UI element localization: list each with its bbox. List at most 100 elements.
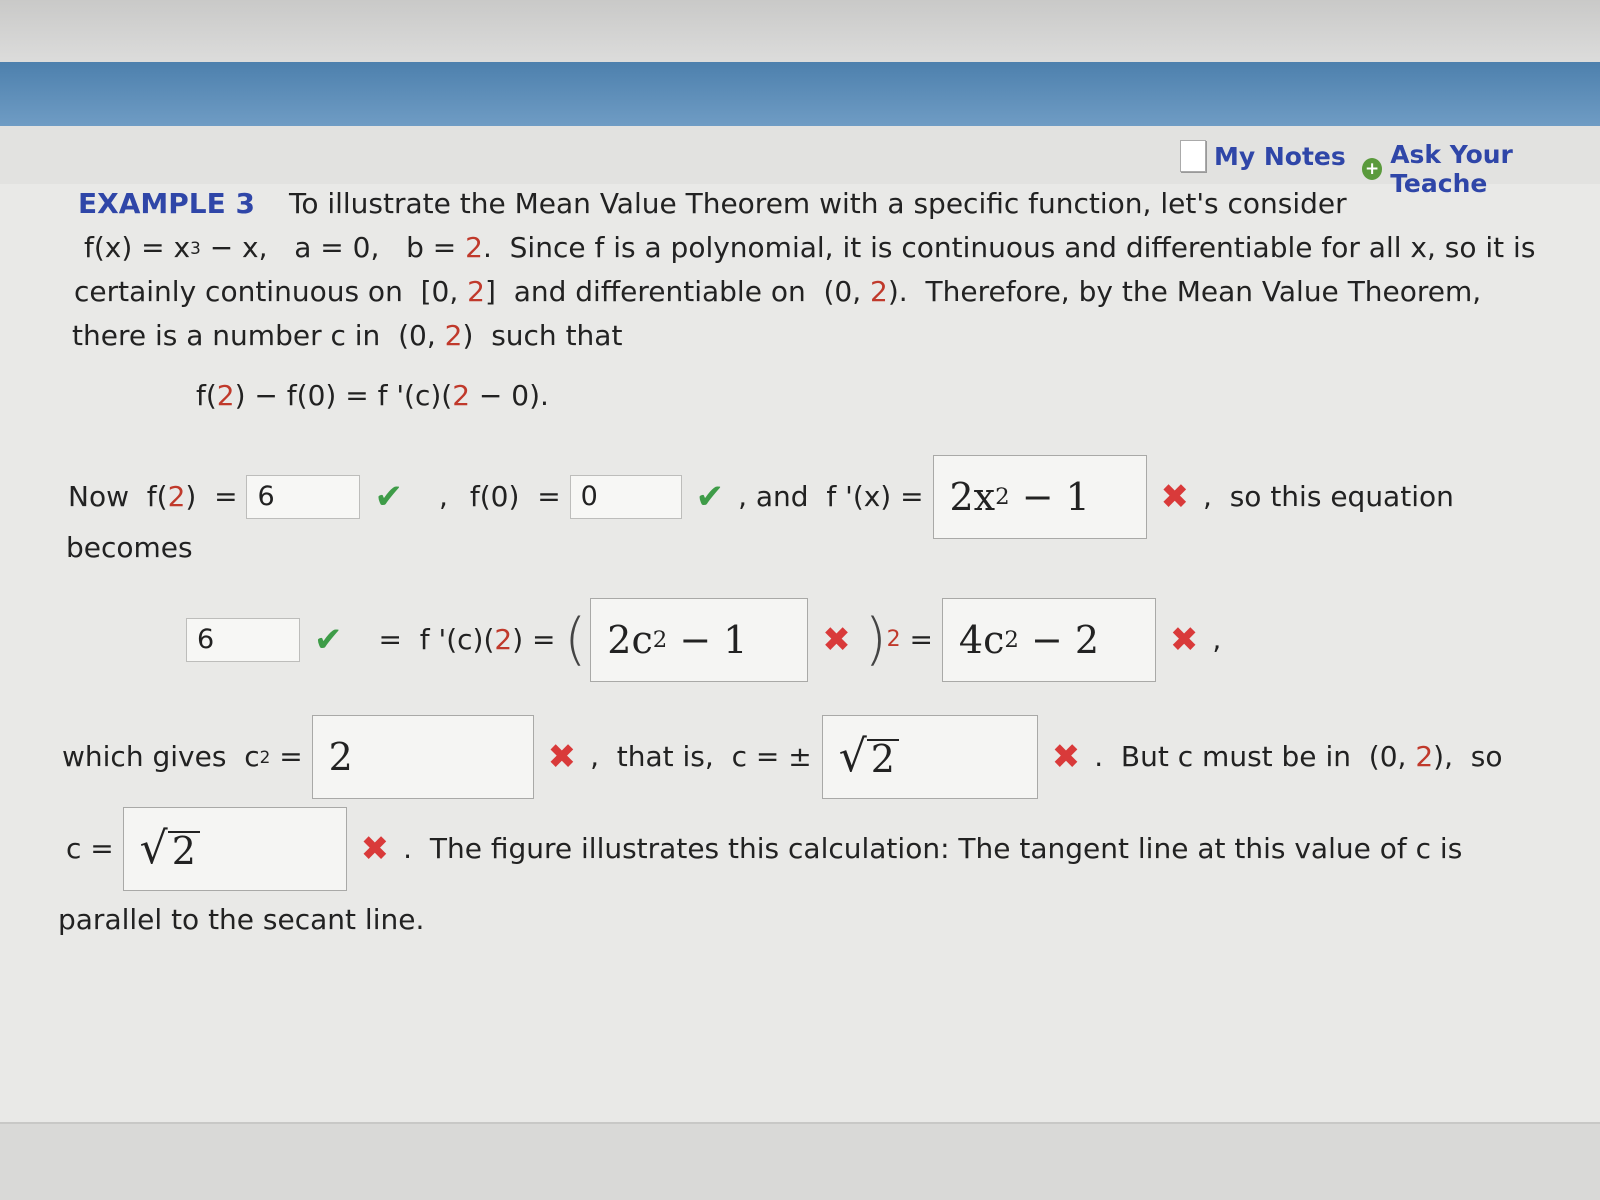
mvt-equation: f( 2 ) − f(0) = f '(c)( 2 − 0). (196, 378, 549, 414)
eq-part-a: f( (196, 379, 217, 412)
fprime-label: , and f '(x) = (738, 480, 933, 513)
inner-input[interactable]: 2c 2 − 1 (590, 598, 809, 682)
example-label: EXAMPLE 3 (78, 187, 255, 220)
becomes-line: becomes (66, 530, 193, 566)
function-def: f(x) = x (84, 231, 191, 264)
now-f-label: Now f( (68, 480, 168, 513)
continuous-text: certainly continuous on [0, (74, 275, 468, 308)
differentiable-text: ] and differentiable on (0, (484, 275, 871, 308)
fc-two: 2 (494, 623, 513, 656)
example-line-2: f(x) = x3 − x, a = 0, b = 2 . Since f is… (84, 230, 1535, 266)
c-pm-input[interactable]: √ 2 (821, 715, 1038, 799)
f0-input[interactable]: 0 (569, 475, 682, 519)
answer-row-2: 6 ✔ = f '(c)( 2 ) = ( 2c 2 − 1 ✖ ) 2 = 4c… (186, 592, 1221, 688)
my-notes-link[interactable]: My Notes (1180, 140, 1346, 172)
cross-icon: ✖ (1160, 477, 1190, 517)
fprime-tail: − 1 (1009, 475, 1090, 519)
question-panel: My Notes + Ask Your Teache EXAMPLE 3 To … (0, 62, 1600, 1124)
sqrt-symbol: √ 2 (140, 827, 200, 871)
lhs-value: 6 (197, 624, 215, 655)
answer-row-4: c = √ 2 ✖ . The figure illustrates this c… (66, 804, 1462, 894)
f0-value: 0 (580, 481, 598, 512)
f2-arg: 2 (167, 480, 186, 513)
but-interval-end: 2 (1415, 740, 1434, 773)
fc-label: = f '(c)( (378, 623, 495, 656)
cross-icon: ✖ (547, 737, 577, 777)
closed-interval-end: 2 (467, 275, 485, 308)
which-gives: which gives c (62, 740, 260, 773)
equals-sign: = (900, 623, 942, 656)
cross-icon: ✖ (1051, 737, 1081, 777)
polynomial-text: . Since f is a polynomial, it is continu… (482, 231, 1536, 264)
c-final-input[interactable]: √ 2 (122, 807, 347, 891)
f2-value: 6 (257, 481, 275, 512)
eq-part-b: ) − f(0) = f '(c)( (234, 379, 453, 412)
sqrt-symbol: √ 2 (839, 735, 899, 779)
example-line-1: EXAMPLE 3 To illustrate the Mean Value T… (78, 186, 1347, 222)
therefore-text: ). Therefore, by the Mean Value Theorem, (887, 275, 1482, 308)
right-paren: ) (864, 607, 887, 672)
parallel-line: parallel to the secant line. (58, 902, 424, 938)
sqrt-value: 2 (167, 831, 200, 870)
my-notes-label: My Notes (1214, 141, 1346, 171)
inner-value: 2c (607, 618, 653, 662)
cross-icon: ✖ (360, 829, 390, 869)
check-icon: ✔ (695, 477, 725, 517)
function-params: − x, a = 0, b = (200, 231, 466, 264)
f2-equals: ) = (185, 480, 247, 513)
so-this-equation: , so this equation (1203, 480, 1454, 513)
cross-icon: ✖ (822, 620, 851, 660)
answer-row-1: Now f( 2 ) = 6 ✔ , f(0) = 0 ✔ , and f '(… (68, 452, 1454, 542)
c-exp: 2 (259, 747, 271, 767)
check-icon: ✔ (374, 477, 403, 517)
c2-equals: = (270, 740, 312, 773)
fc-equals: ) = (512, 623, 565, 656)
sqrt-value: 2 (866, 739, 899, 778)
eq-part-c: − 0). (470, 379, 549, 412)
fprime-value: 2x (949, 475, 996, 519)
ask-teacher-link[interactable]: + Ask Your Teache (1362, 140, 1600, 198)
inner-tail: − 1 (667, 618, 748, 662)
fprime-input[interactable]: 2x 2 − 1 (932, 455, 1147, 539)
eq-two-a: 2 (216, 379, 235, 412)
c2-value: 2 (328, 735, 353, 779)
f0-label: f(0) = (469, 480, 570, 513)
figure-text: . The figure illustrates this calculatio… (403, 832, 1463, 865)
that-is-text: , that is, c = ± (590, 740, 812, 773)
eq-two-b: 2 (452, 379, 471, 412)
question-header-bar (0, 62, 1600, 126)
comma-sep: , (438, 480, 448, 513)
c-equals: c = (66, 832, 123, 865)
parallel-text: parallel to the secant line. (58, 903, 425, 936)
b-value: 2 (465, 231, 483, 264)
notes-toolbar: My Notes + Ask Your Teache (0, 126, 1600, 198)
left-paren: ( (564, 607, 587, 672)
example-intro: To illustrate the Mean Value Theorem wit… (288, 187, 1347, 220)
lhs-input[interactable]: 6 (186, 618, 300, 662)
such-that-text: ) such that (462, 319, 623, 352)
but-c-text: . But c must be in (0, (1094, 740, 1416, 773)
answer-row-3: which gives c2 = 2 ✖ , that is, c = ± √ 2… (62, 712, 1502, 802)
number-c-text: there is a number c in (0, (72, 319, 445, 352)
notes-page-icon (1180, 140, 1206, 172)
cross-icon: ✖ (1169, 620, 1199, 660)
f2-input[interactable]: 6 (246, 475, 361, 519)
times-two: 2 (886, 627, 901, 652)
rhs-input[interactable]: 4c 2 − 2 (941, 598, 1156, 682)
c2-input[interactable]: 2 (311, 715, 534, 799)
rhs-value: 4c (958, 618, 1005, 662)
ask-teacher-label: Ask Your Teache (1390, 140, 1513, 198)
fprime-exp: 2 (995, 484, 1010, 510)
check-icon: ✔ (314, 620, 343, 660)
example-line-3: certainly continuous on [0, 2 ] and diff… (74, 274, 1481, 310)
rhs-exp: 2 (1004, 627, 1019, 653)
browser-top-strip (0, 0, 1600, 62)
becomes-text: becomes (66, 531, 193, 564)
interval-end: 2 (444, 319, 463, 352)
rhs-tail: − 2 (1018, 618, 1100, 662)
so-text: ), so (1433, 740, 1503, 773)
example-line-4: there is a number c in (0, 2 ) such that (72, 318, 622, 354)
plus-icon: + (1362, 158, 1383, 180)
open-interval-end: 2 (870, 275, 888, 308)
inner-exp: 2 (652, 627, 668, 653)
